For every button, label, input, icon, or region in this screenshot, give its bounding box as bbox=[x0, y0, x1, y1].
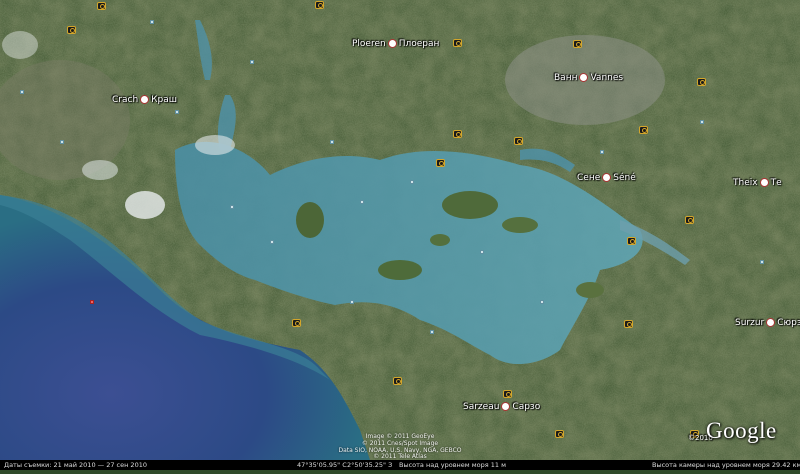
place-name-latin: Surzur bbox=[735, 318, 765, 328]
latitude-readout: 47°35'05.95" С bbox=[297, 461, 347, 469]
google-logo: Google bbox=[706, 418, 777, 443]
place-label-crach[interactable]: Crach Краш bbox=[112, 95, 177, 105]
place-name-latin: Theix bbox=[733, 178, 758, 188]
photo-icon[interactable] bbox=[393, 377, 402, 385]
photo-icon[interactable] bbox=[627, 237, 636, 245]
place-name-cyrillic: Ванн bbox=[554, 73, 578, 83]
place-label-surzur[interactable]: Surzur Сюрзур bbox=[735, 318, 800, 328]
place-pin-icon bbox=[387, 39, 397, 48]
photo-icon[interactable] bbox=[697, 78, 706, 86]
place-label-sene[interactable]: Сене Séné bbox=[577, 173, 636, 183]
placemark-dot[interactable] bbox=[20, 90, 24, 94]
place-name-latin: Sarzeau bbox=[463, 402, 500, 412]
placemark-dot[interactable] bbox=[150, 20, 154, 24]
satellite-imagery bbox=[0, 0, 800, 470]
place-name-latin: Vannes bbox=[590, 73, 624, 83]
photo-icon[interactable] bbox=[503, 390, 512, 398]
place-pin-icon bbox=[759, 178, 769, 187]
placemark-dot[interactable] bbox=[90, 300, 94, 304]
status-bar: Даты съемки: 21 май 2010 — 27 сен 2010 4… bbox=[0, 460, 800, 470]
place-name-latin: Ploeren bbox=[352, 39, 386, 49]
placemark-dot[interactable] bbox=[250, 60, 254, 64]
place-name-latin: Crach bbox=[112, 95, 139, 105]
placemark-dot[interactable] bbox=[480, 250, 484, 254]
place-name-latin: Séné bbox=[613, 173, 636, 183]
placemark-dot[interactable] bbox=[360, 200, 364, 204]
photo-icon[interactable] bbox=[453, 130, 462, 138]
place-pin-icon bbox=[501, 402, 511, 411]
place-name-cyrillic: Краш bbox=[151, 95, 178, 105]
photo-icon[interactable] bbox=[292, 319, 301, 327]
satellite-map-view[interactable]: Crach Краш Ploeren Плоеран Ванн Vannes Сене… bbox=[0, 0, 800, 470]
placemark-dot[interactable] bbox=[600, 150, 604, 154]
place-name-cyrillic: Плоеран bbox=[398, 39, 440, 49]
place-label-sarzeau[interactable]: Sarzeau Сарзо bbox=[463, 402, 540, 412]
photo-icon[interactable] bbox=[97, 2, 106, 10]
placemark-dot[interactable] bbox=[270, 240, 274, 244]
placemark-dot[interactable] bbox=[175, 110, 179, 114]
placemark-dot[interactable] bbox=[60, 140, 64, 144]
placemark-dot[interactable] bbox=[350, 300, 354, 304]
photo-icon[interactable] bbox=[685, 216, 694, 224]
photo-icon[interactable] bbox=[639, 126, 648, 134]
photo-icon[interactable] bbox=[453, 39, 462, 47]
placemark-dot[interactable] bbox=[700, 120, 704, 124]
placemark-dot[interactable] bbox=[230, 205, 234, 209]
placemark-dot[interactable] bbox=[330, 140, 334, 144]
photo-icon[interactable] bbox=[67, 26, 76, 34]
imagery-dates: Даты съемки: 21 май 2010 — 27 сен 2010 bbox=[4, 461, 147, 469]
photo-icon[interactable] bbox=[315, 1, 324, 9]
photo-icon[interactable] bbox=[514, 137, 523, 145]
place-pin-icon bbox=[140, 95, 150, 104]
place-pin-icon bbox=[579, 73, 589, 82]
place-name-cyrillic: Те bbox=[770, 178, 782, 188]
place-label-theix[interactable]: Theix Те bbox=[733, 178, 782, 188]
place-label-vannes[interactable]: Ванн Vannes bbox=[554, 73, 623, 83]
elevation-readout: Высота над уровнем моря 11 м bbox=[399, 461, 506, 469]
placemark-dot[interactable] bbox=[540, 300, 544, 304]
placemark-dot[interactable] bbox=[760, 260, 764, 264]
place-pin-icon bbox=[602, 173, 612, 182]
placemark-dot[interactable] bbox=[430, 330, 434, 334]
photo-icon[interactable] bbox=[436, 159, 445, 167]
longitude-readout: 2°50'35.25" З bbox=[347, 461, 393, 469]
photo-icon[interactable] bbox=[573, 40, 582, 48]
place-name-cyrillic: Сюрзур bbox=[777, 318, 800, 328]
place-name-cyrillic: Сене bbox=[577, 173, 601, 183]
place-name-cyrillic: Сарзо bbox=[512, 402, 541, 412]
place-pin-icon bbox=[766, 318, 776, 327]
placemark-dot[interactable] bbox=[410, 180, 414, 184]
eye-altitude-readout: Высота камеры над уровнем моря 29.42 км bbox=[652, 461, 800, 469]
photo-icon[interactable] bbox=[624, 320, 633, 328]
place-label-ploeren[interactable]: Ploeren Плоеран bbox=[352, 39, 439, 49]
